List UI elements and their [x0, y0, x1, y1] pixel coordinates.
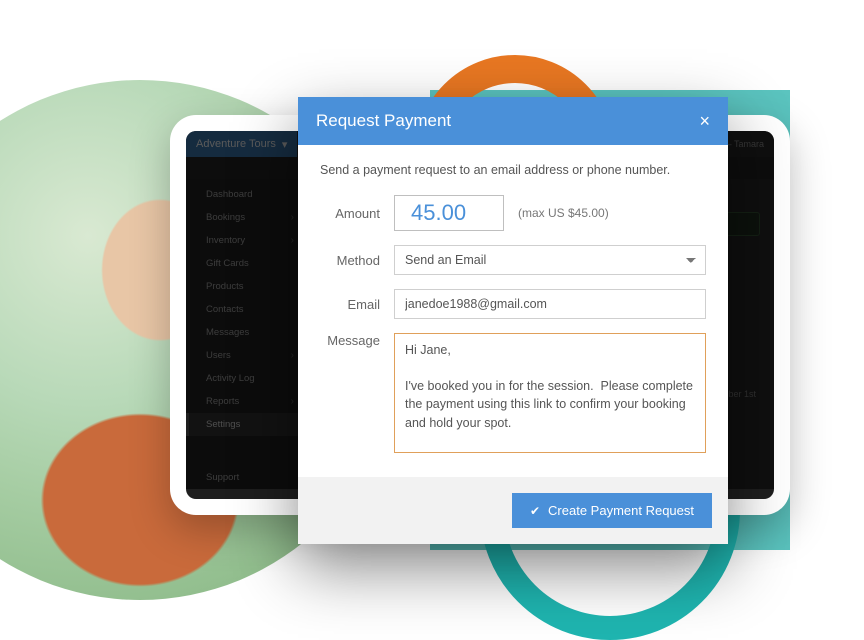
- request-payment-modal: Request Payment × Send a payment request…: [298, 97, 728, 544]
- sidebar-item-contacts[interactable]: Contacts: [186, 298, 304, 321]
- sidebar-item-users[interactable]: Users: [186, 344, 304, 367]
- amount-input[interactable]: [394, 195, 504, 231]
- email-input[interactable]: [394, 289, 706, 319]
- sidebar-item-giftcards[interactable]: Gift Cards: [186, 252, 304, 275]
- check-icon: [530, 503, 540, 518]
- modal-header: Request Payment ×: [298, 97, 728, 145]
- submit-label: Create Payment Request: [548, 503, 694, 518]
- sidebar: Dashboard Bookings Inventory Gift Cards …: [186, 179, 304, 489]
- message-textarea[interactable]: Hi Jane, I've booked you in for the sess…: [394, 333, 706, 453]
- sidebar-item-inventory[interactable]: Inventory: [186, 229, 304, 252]
- modal-description: Send a payment request to an email addre…: [320, 163, 706, 177]
- sidebar-item-activitylog[interactable]: Activity Log: [186, 367, 304, 390]
- sidebar-item-bookings[interactable]: Bookings: [186, 206, 304, 229]
- chevron-down-icon: ▾: [282, 138, 288, 151]
- close-icon[interactable]: ×: [699, 112, 710, 130]
- brand-name: Adventure Tours: [196, 138, 276, 150]
- brand-menu[interactable]: Adventure Tours ▾: [186, 131, 297, 157]
- create-payment-request-button[interactable]: Create Payment Request: [512, 493, 712, 528]
- method-label: Method: [320, 253, 380, 268]
- modal-title: Request Payment: [316, 111, 451, 131]
- sidebar-item-dashboard[interactable]: Dashboard: [186, 183, 304, 206]
- message-label: Message: [320, 333, 380, 348]
- sidebar-item-messages[interactable]: Messages: [186, 321, 304, 344]
- sidebar-item-products[interactable]: Products: [186, 275, 304, 298]
- sidebar-item-support[interactable]: Support: [186, 466, 304, 489]
- amount-label: Amount: [320, 206, 380, 221]
- method-select[interactable]: Send an Email: [394, 245, 706, 275]
- sidebar-item-reports[interactable]: Reports: [186, 390, 304, 413]
- email-label: Email: [320, 297, 380, 312]
- amount-hint: (max US $45.00): [518, 206, 609, 220]
- sidebar-item-settings[interactable]: Settings: [186, 413, 304, 436]
